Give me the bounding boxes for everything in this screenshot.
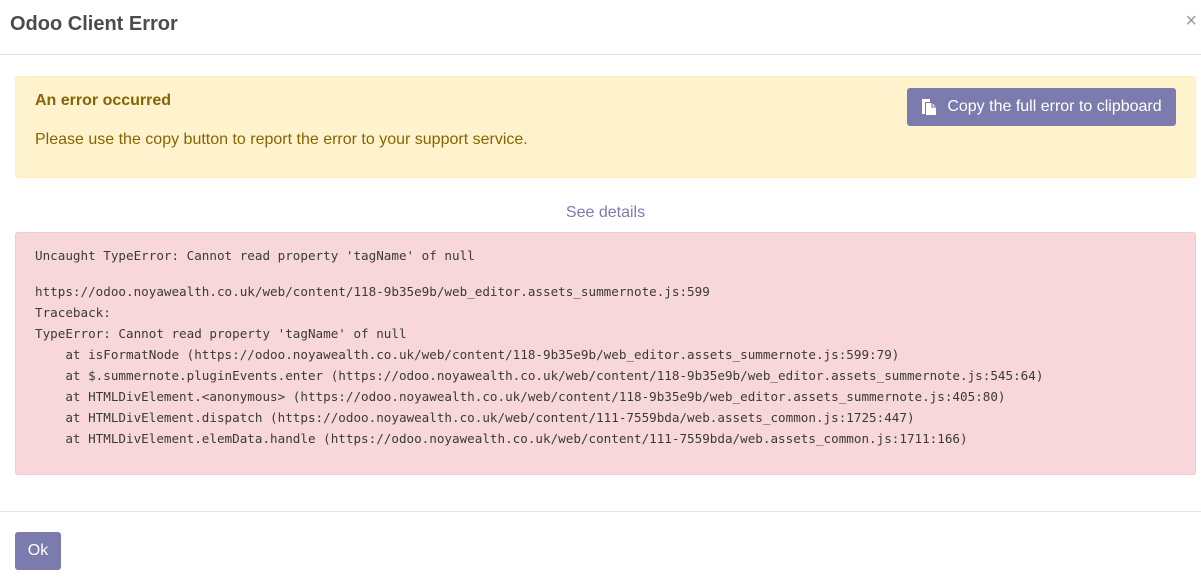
- traceback-line: at isFormatNode (https://odoo.noyawealth…: [35, 347, 900, 362]
- error-details-box: Uncaught TypeError: Cannot read property…: [15, 232, 1196, 475]
- alert-heading: An error occurred: [35, 92, 172, 109]
- traceback-line: https://odoo.noyawealth.co.uk/web/conten…: [35, 284, 710, 299]
- error-summary: Uncaught TypeError: Cannot read property…: [35, 248, 475, 263]
- dialog-title: Odoo Client Error: [10, 13, 178, 35]
- see-details-link[interactable]: See details: [0, 204, 1201, 222]
- traceback-line: at HTMLDivElement.<anonymous> (https://o…: [35, 389, 1006, 404]
- traceback-line: at HTMLDivElement.elemData.handle (https…: [35, 431, 968, 446]
- close-icon[interactable]: ×: [1185, 10, 1197, 32]
- clipboard-icon: [921, 98, 937, 116]
- dialog-footer: Ok: [0, 511, 1201, 579]
- copy-button-label: Copy the full error to clipboard: [947, 98, 1162, 115]
- traceback-line: TypeError: Cannot read property 'tagName…: [35, 326, 407, 341]
- error-dialog: Odoo Client Error × An error occurred Pl…: [0, 0, 1201, 579]
- traceback-line: at HTMLDivElement.dispatch (https://odoo…: [35, 410, 915, 425]
- ok-button[interactable]: Ok: [15, 532, 61, 570]
- copy-error-button[interactable]: Copy the full error to clipboard: [907, 88, 1176, 126]
- traceback-line: Traceback:: [35, 305, 111, 320]
- traceback-line: at $.summernote.pluginEvents.enter (http…: [35, 368, 1044, 383]
- alert-message: Please use the copy button to report the…: [35, 131, 528, 148]
- dialog-header: Odoo Client Error ×: [0, 0, 1201, 55]
- error-alert: An error occurred Please use the copy bu…: [15, 76, 1196, 178]
